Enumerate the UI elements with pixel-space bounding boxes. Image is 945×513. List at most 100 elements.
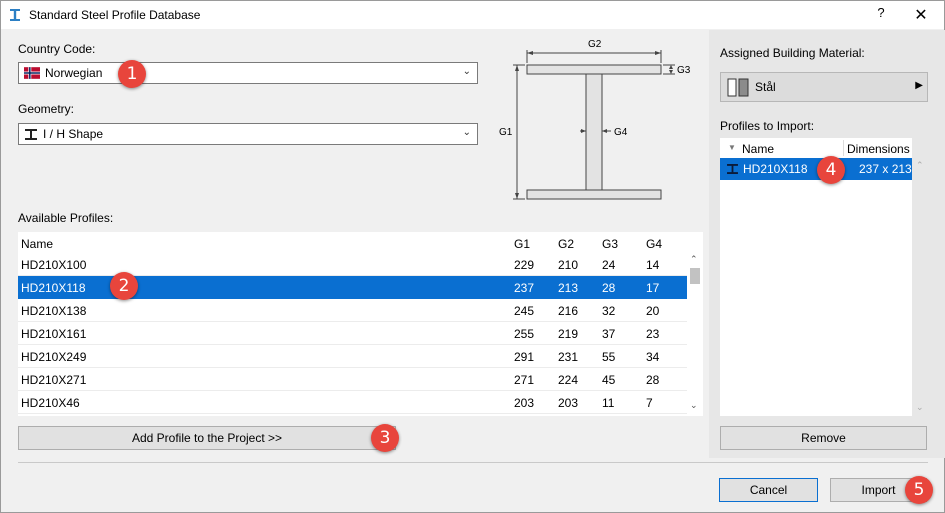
cell-name: HD210X138 — [21, 304, 87, 318]
scrollbar-thumb[interactable] — [690, 268, 700, 284]
scroll-down-arrow-icon[interactable]: ⌄ — [690, 400, 698, 411]
cell-g4: 20 — [646, 304, 660, 318]
cell-g4: 23 — [646, 327, 660, 341]
cell-g2: 203 — [558, 396, 579, 410]
column-header-g3[interactable]: G3 — [602, 237, 618, 251]
steel-profile-dialog: Standard Steel Profile Database ? ✕ Coun… — [0, 0, 945, 513]
cell-g1: 203 — [514, 396, 535, 410]
cell-g2: 224 — [558, 373, 579, 387]
cell-g3: 11 — [602, 396, 615, 410]
cell-name: HD210X46 — [21, 396, 80, 410]
cell-g1: 245 — [514, 304, 535, 318]
cell-g3: 28 — [602, 281, 616, 295]
callout-badge-4: 4 — [817, 156, 845, 184]
profiles-to-import-label: Profiles to Import: — [720, 119, 815, 133]
column-header-name[interactable]: Name — [742, 142, 774, 156]
cell-g1: 271 — [514, 373, 535, 387]
cell-g3: 32 — [602, 304, 616, 318]
column-header-g2[interactable]: G2 — [558, 237, 574, 251]
geometry-label: Geometry: — [18, 102, 75, 116]
close-button[interactable]: ✕ — [909, 5, 933, 25]
chevron-down-icon: ⌄ — [462, 127, 471, 138]
cell-name: HD210X118 — [743, 162, 808, 176]
scroll-up-arrow-icon[interactable]: ⌃ — [916, 160, 924, 171]
table-row[interactable]: HD210X271 271 224 45 28 — [18, 368, 687, 391]
cell-name: HD210X161 — [21, 327, 87, 341]
cell-name: HD210X100 — [21, 258, 87, 272]
cell-g3: 55 — [602, 350, 616, 364]
cell-dimensions: 237 x 213 — [859, 162, 912, 176]
column-divider — [843, 140, 844, 156]
right-panel: Assigned Building Material: Stål ▶ Profi… — [709, 30, 945, 458]
cell-g4: 28 — [646, 373, 660, 387]
i-beam-app-icon — [10, 9, 20, 21]
callout-badge-1: 1 — [118, 60, 146, 88]
g1-dimension-label: G1 — [499, 127, 513, 138]
cell-g2: 216 — [558, 304, 579, 318]
cell-g4: 14 — [646, 258, 660, 272]
callout-badge-3: 3 — [371, 424, 399, 452]
cell-g2: 219 — [558, 327, 579, 341]
cancel-button[interactable]: Cancel — [719, 478, 818, 502]
table-row[interactable]: HD210X46 203 203 11 7 — [18, 391, 687, 414]
cell-name: HD210X271 — [21, 373, 87, 387]
footer-divider — [18, 462, 928, 463]
table-header: Name G1 G2 G3 G4 — [18, 232, 687, 254]
table-row[interactable]: HD210X161 255 219 37 23 — [18, 322, 687, 345]
cell-name: HD210X118 — [21, 281, 86, 295]
cell-g3: 24 — [602, 258, 616, 272]
window-title: Standard Steel Profile Database — [29, 8, 201, 22]
material-value: Stål — [755, 80, 776, 94]
building-material-picker[interactable]: Stål ▶ — [720, 72, 928, 102]
import-list-scrollbar[interactable]: ⌃ ⌄ — [914, 158, 928, 416]
cell-g4: 34 — [646, 350, 660, 364]
callout-badge-2: 2 — [110, 272, 138, 300]
g3-dimension-label: G3 — [677, 65, 691, 76]
cell-g4: 7 — [646, 396, 653, 410]
add-profile-button[interactable]: Add Profile to the Project >> — [18, 426, 396, 450]
material-swatch-icon — [727, 78, 749, 97]
g2-dimension-label: G2 — [588, 39, 602, 50]
g4-dimension-label: G4 — [614, 127, 628, 138]
cell-g1: 237 — [514, 281, 535, 295]
cell-g1: 229 — [514, 258, 535, 272]
country-code-value: Norwegian — [45, 66, 103, 80]
column-header-name[interactable]: Name — [21, 237, 53, 251]
cell-g4: 17 — [646, 281, 660, 295]
cell-g1: 255 — [514, 327, 535, 341]
country-code-label: Country Code: — [18, 42, 96, 56]
cell-g1: 291 — [514, 350, 535, 364]
norway-flag-icon — [24, 67, 40, 79]
scroll-up-arrow-icon[interactable]: ⌃ — [690, 254, 698, 265]
list-item[interactable]: HD210X118 237 x 213 — [720, 158, 912, 180]
assigned-material-label: Assigned Building Material: — [720, 46, 865, 60]
available-profiles-label: Available Profiles: — [18, 211, 114, 225]
help-button[interactable]: ? — [871, 5, 891, 25]
callout-badge-5: 5 — [905, 476, 933, 504]
i-beam-profile-diagram: G2 G1 G3 G4 — [499, 39, 691, 200]
table-row[interactable]: HD210X249 291 231 55 34 — [18, 345, 687, 368]
table-row[interactable]: HD210X138 245 216 32 20 — [18, 299, 687, 322]
cell-g3: 37 — [602, 327, 616, 341]
profiles-to-import-list: ▼ Name Dimensions HD210X118 237 x 213 ⌃ ⌄ — [720, 138, 924, 416]
geometry-select[interactable]: I / H Shape ⌄ — [18, 123, 478, 145]
cell-g2: 231 — [558, 350, 579, 364]
column-header-dimensions[interactable]: Dimensions — [847, 142, 910, 156]
scroll-down-arrow-icon[interactable]: ⌄ — [916, 402, 924, 413]
cell-g2: 210 — [558, 258, 579, 272]
expand-arrow-icon: ▶ — [915, 80, 923, 91]
sort-descending-icon: ▼ — [728, 143, 736, 152]
country-code-select[interactable]: Norwegian ⌄ — [18, 62, 478, 84]
geometry-value: I / H Shape — [43, 127, 104, 141]
cell-g2: 213 — [558, 281, 579, 295]
chevron-down-icon: ⌄ — [462, 66, 471, 77]
remove-button[interactable]: Remove — [720, 426, 927, 450]
i-beam-icon — [25, 129, 37, 140]
i-beam-icon — [727, 164, 738, 174]
vertical-scrollbar[interactable]: ⌃ ⌄ — [687, 252, 703, 416]
import-table-header: ▼ Name Dimensions — [720, 138, 912, 158]
available-profiles-table: Name G1 G2 G3 G4 HD210X100 229 210 24 14 HD21… — [18, 232, 703, 416]
column-header-g1[interactable]: G1 — [514, 237, 530, 251]
column-header-g4[interactable]: G4 — [646, 237, 662, 251]
cell-name: HD210X249 — [21, 350, 87, 364]
